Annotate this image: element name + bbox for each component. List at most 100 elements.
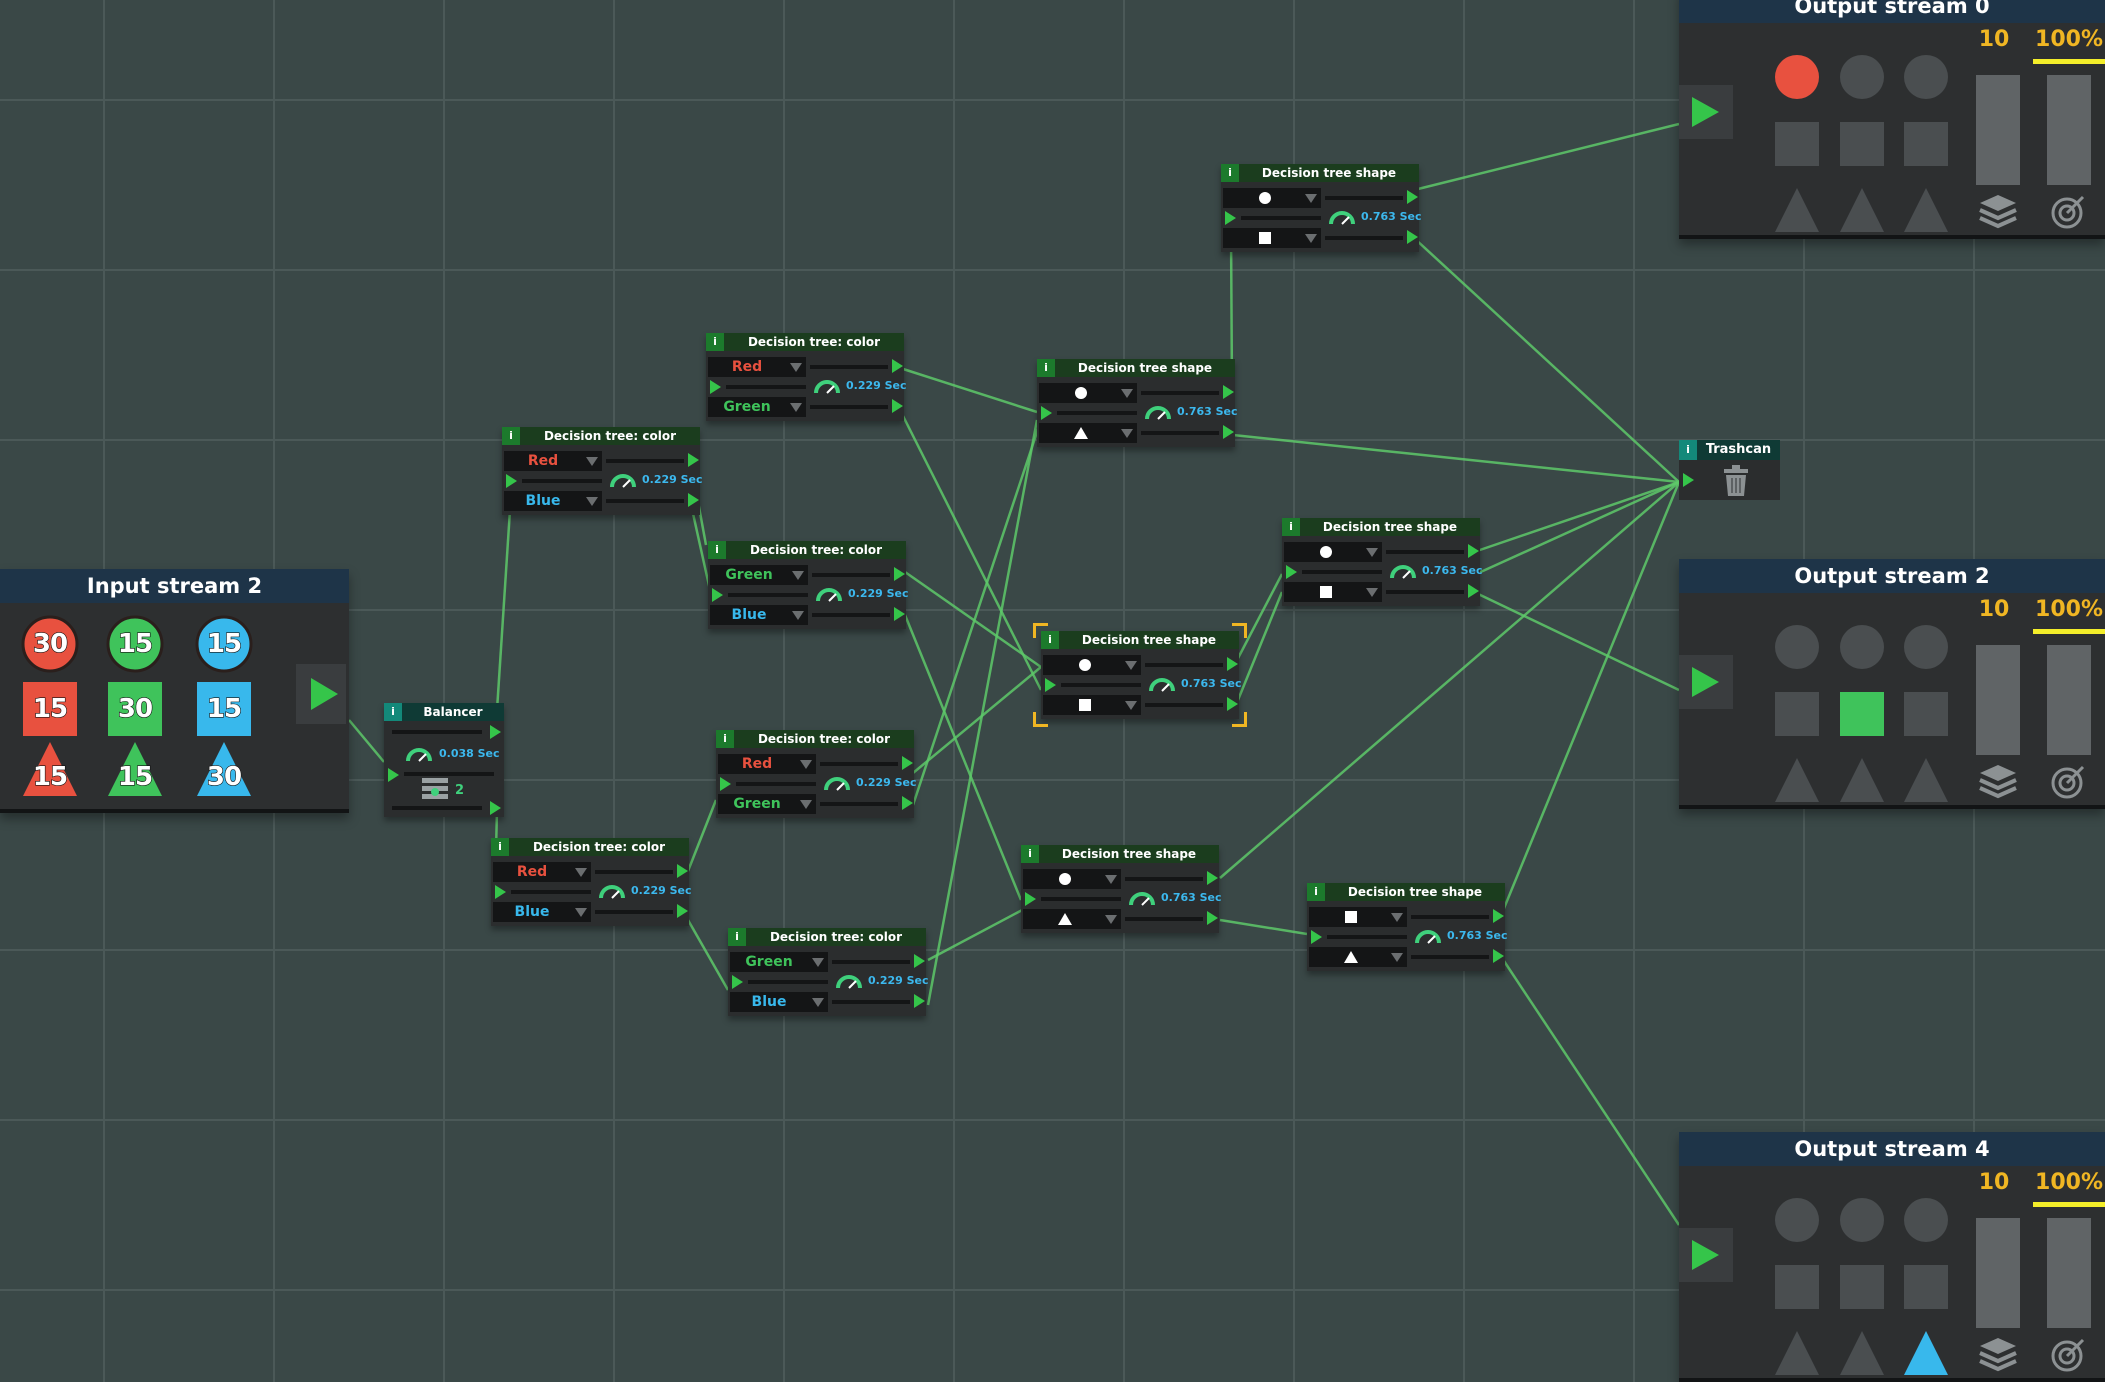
decision-node-shape[interactable]: i Decision tree shape 0.763 Sec [1282, 518, 1483, 606]
info-button[interactable]: i [1021, 845, 1039, 863]
input-port[interactable] [1225, 211, 1236, 225]
output-port-bottom[interactable] [490, 801, 501, 815]
input-badge-green-triangle[interactable]: 15 [105, 739, 165, 799]
top-shape-selector[interactable] [1223, 188, 1321, 208]
output-port-bottom[interactable] [688, 493, 699, 507]
input-badge-red-square[interactable]: 15 [20, 679, 80, 739]
top-shape-selector[interactable] [1284, 542, 1382, 562]
input-port[interactable] [1045, 678, 1056, 692]
output-port-bottom[interactable] [1227, 697, 1238, 711]
input-port[interactable] [1025, 892, 1036, 906]
output-port-top[interactable] [677, 864, 688, 878]
decision-node-color[interactable]: i Decision tree: color Green 0.229 Sec B… [708, 541, 909, 629]
info-button[interactable]: i [706, 333, 724, 351]
info-button[interactable]: i [1037, 359, 1055, 377]
output-play-button[interactable] [1679, 85, 1733, 139]
info-button[interactable]: i [716, 730, 734, 748]
input-port[interactable] [388, 768, 399, 782]
input-port[interactable] [495, 885, 506, 899]
info-button[interactable]: i [1307, 883, 1325, 901]
decision-node-color[interactable]: i Decision tree: color Red 0.229 Sec Gre… [706, 333, 907, 421]
decision-node-color[interactable]: i Decision tree: color Green 0.229 Sec B… [728, 928, 929, 1016]
top-shape-selector[interactable] [1043, 655, 1141, 675]
top-color-selector[interactable]: Red [493, 862, 591, 882]
output-play-button[interactable] [1679, 655, 1733, 709]
output-port-top[interactable] [490, 725, 501, 739]
info-button[interactable]: i [491, 838, 509, 856]
decision-node-shape[interactable]: i Decision tree shape 0.763 Sec [1021, 845, 1222, 933]
bottom-shape-selector[interactable] [1309, 947, 1407, 967]
input-badge-red-triangle[interactable]: 15 [20, 739, 80, 799]
bottom-color-selector[interactable]: Green [718, 794, 816, 814]
input-port[interactable] [732, 975, 743, 989]
output-play-button[interactable] [1679, 1228, 1733, 1282]
info-button[interactable]: i [728, 928, 746, 946]
bottom-shape-selector[interactable] [1043, 695, 1141, 715]
input-badge-blue-circle[interactable]: 15 [194, 614, 254, 674]
input-port[interactable] [710, 380, 721, 394]
info-button[interactable]: i [1282, 518, 1300, 536]
input-port[interactable] [1286, 565, 1297, 579]
top-color-selector[interactable]: Red [504, 451, 602, 471]
top-color-selector[interactable]: Red [718, 754, 816, 774]
decision-node-shape[interactable]: i Decision tree shape 0.763 Sec [1307, 883, 1508, 971]
input-badge-blue-triangle[interactable]: 30 [194, 739, 254, 799]
output-port-bottom[interactable] [1223, 425, 1234, 439]
info-button[interactable]: i [1679, 440, 1697, 460]
bottom-shape-selector[interactable] [1223, 228, 1321, 248]
output-port-bottom[interactable] [1493, 949, 1504, 963]
output-stream-0-panel[interactable]: Output stream 0 10 100% [1679, 0, 2105, 239]
output-port-bottom[interactable] [1407, 230, 1418, 244]
bottom-shape-selector[interactable] [1023, 909, 1121, 929]
output-port-top[interactable] [1468, 544, 1479, 558]
output-port-bottom[interactable] [892, 399, 903, 413]
top-color-selector[interactable]: Green [710, 565, 808, 585]
input-port[interactable] [1041, 406, 1052, 420]
decision-node-color[interactable]: i Decision tree: color Red 0.229 Sec Gre… [716, 730, 917, 818]
input-play-button[interactable] [296, 664, 346, 724]
output-port-bottom[interactable] [677, 904, 688, 918]
bottom-shape-selector[interactable] [1284, 582, 1382, 602]
info-button[interactable]: i [502, 427, 520, 445]
output-port-top[interactable] [894, 567, 905, 581]
top-shape-selector[interactable] [1023, 869, 1121, 889]
bottom-color-selector[interactable]: Blue [730, 992, 828, 1012]
bottom-color-selector[interactable]: Blue [710, 605, 808, 625]
output-stream-2-panel[interactable]: Output stream 4 10 100% [1679, 1132, 2105, 1382]
balancer-node[interactable]: i Balancer 0.038 Sec 2 [384, 703, 504, 817]
input-badge-red-circle[interactable]: 30 [20, 614, 80, 674]
output-port-top[interactable] [1407, 190, 1418, 204]
output-port-bottom[interactable] [914, 994, 925, 1008]
output-port-top[interactable] [892, 359, 903, 373]
input-badge-green-square[interactable]: 30 [105, 679, 165, 739]
output-port-top[interactable] [1493, 909, 1504, 923]
output-stream-1-panel[interactable]: Output stream 2 10 100% [1679, 559, 2105, 809]
output-port-bottom[interactable] [1207, 911, 1218, 925]
bottom-shape-selector[interactable] [1039, 423, 1137, 443]
decision-node-shape[interactable]: i Decision tree shape 0.763 Sec [1037, 359, 1238, 447]
decision-node-color[interactable]: i Decision tree: color Red 0.229 Sec Blu… [502, 427, 703, 515]
decision-node-shape[interactable]: i Decision tree shape 0.763 Sec [1033, 623, 1247, 727]
top-color-selector[interactable]: Red [708, 357, 806, 377]
input-port[interactable] [712, 588, 723, 602]
input-port[interactable] [720, 777, 731, 791]
decision-node-shape[interactable]: i Decision tree shape 0.763 Sec [1221, 164, 1422, 252]
top-shape-selector[interactable] [1309, 907, 1407, 927]
output-port-bottom[interactable] [902, 796, 913, 810]
decision-node-color[interactable]: i Decision tree: color Red 0.229 Sec Blu… [491, 838, 692, 926]
output-port-bottom[interactable] [1468, 584, 1479, 598]
info-button[interactable]: i [384, 703, 402, 721]
output-port-top[interactable] [1223, 385, 1234, 399]
bottom-color-selector[interactable]: Blue [504, 491, 602, 511]
input-badge-blue-square[interactable]: 15 [194, 679, 254, 739]
bottom-color-selector[interactable]: Blue [493, 902, 591, 922]
top-color-selector[interactable]: Green [730, 952, 828, 972]
output-port-top[interactable] [1207, 871, 1218, 885]
input-port[interactable] [1311, 930, 1322, 944]
input-port[interactable] [1683, 473, 1694, 487]
input-stream-panel[interactable]: Input stream 2 30 15 15 15 30 15 15 15 30 [0, 569, 349, 813]
output-port-bottom[interactable] [894, 607, 905, 621]
output-port-top[interactable] [688, 453, 699, 467]
info-button[interactable]: i [708, 541, 726, 559]
output-port-top[interactable] [902, 756, 913, 770]
